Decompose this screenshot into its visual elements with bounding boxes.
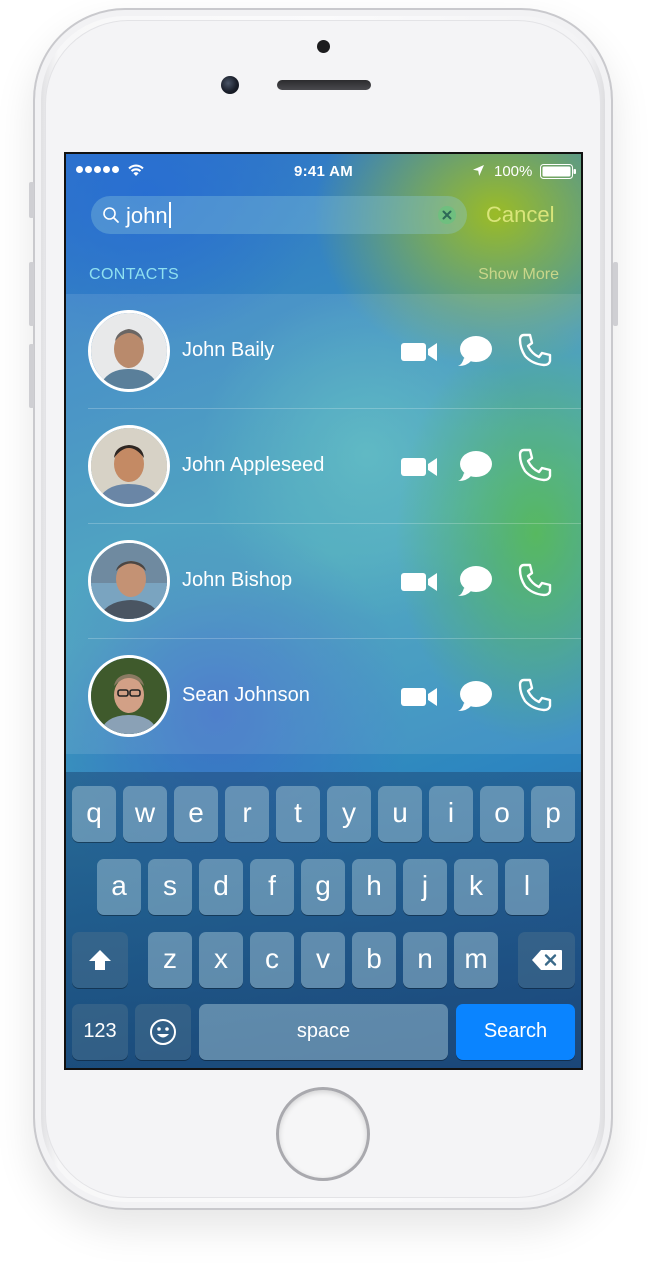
message-icon[interactable] — [458, 679, 494, 713]
clear-icon[interactable] — [437, 205, 457, 225]
phone-call-icon[interactable] — [517, 447, 553, 483]
proximity-sensor — [317, 40, 330, 53]
home-button[interactable] — [276, 1087, 370, 1181]
emoji-icon — [150, 1019, 176, 1045]
key-d[interactable]: d — [199, 859, 243, 915]
key-m[interactable]: m — [454, 932, 498, 988]
contact-name: Sean Johnson — [182, 684, 310, 706]
contact-row[interactable]: John Bishop — [66, 524, 581, 639]
mute-switch — [29, 182, 34, 218]
battery-icon — [540, 164, 576, 179]
video-call-icon[interactable] — [399, 338, 439, 366]
key-a[interactable]: a — [97, 859, 141, 915]
contact-row[interactable]: John Baily — [66, 294, 581, 409]
backspace-key[interactable] — [518, 932, 575, 988]
contact-name: John Baily — [182, 339, 275, 361]
location-icon — [473, 165, 484, 176]
key-b[interactable]: b — [352, 932, 396, 988]
message-icon[interactable] — [458, 564, 494, 598]
key-j[interactable]: j — [403, 859, 447, 915]
space-key[interactable]: space — [199, 1004, 448, 1060]
phone-call-icon[interactable] — [517, 677, 553, 713]
status-bar: 9:41 AM 100% — [66, 154, 581, 188]
search-key[interactable]: Search — [456, 1004, 575, 1060]
key-v[interactable]: v — [301, 932, 345, 988]
emoji-key[interactable] — [135, 1004, 191, 1060]
shift-key[interactable] — [72, 932, 128, 988]
key-n[interactable]: n — [403, 932, 447, 988]
avatar — [88, 310, 170, 392]
avatar — [88, 655, 170, 737]
message-icon[interactable] — [458, 449, 494, 483]
key-g[interactable]: g — [301, 859, 345, 915]
avatar — [88, 425, 170, 507]
earpiece-speaker — [277, 80, 371, 90]
key-f[interactable]: f — [250, 859, 294, 915]
contact-row[interactable]: Sean Johnson — [66, 639, 581, 754]
video-call-icon[interactable] — [399, 453, 439, 481]
section-header-contacts: CONTACTS — [89, 266, 180, 283]
key-k[interactable]: k — [454, 859, 498, 915]
backspace-icon — [531, 950, 562, 970]
key-z[interactable]: z — [148, 932, 192, 988]
key-w[interactable]: w — [123, 786, 167, 842]
phone-call-icon[interactable] — [517, 562, 553, 598]
contact-name: John Appleseed — [182, 454, 325, 476]
search-icon — [103, 207, 119, 223]
search-input[interactable]: john — [126, 202, 171, 229]
shift-icon — [89, 950, 111, 970]
key-s[interactable]: s — [148, 859, 192, 915]
spotlight-search-field[interactable]: john — [91, 196, 467, 234]
text-cursor — [168, 202, 171, 228]
key-h[interactable]: h — [352, 859, 396, 915]
front-camera-icon — [221, 76, 239, 94]
avatar — [88, 540, 170, 622]
volume-down-button — [29, 344, 34, 408]
show-more-button[interactable]: Show More — [478, 266, 559, 284]
numbers-key[interactable]: 123 — [72, 1004, 128, 1060]
phone-call-icon[interactable] — [517, 332, 553, 368]
key-u[interactable]: u — [378, 786, 422, 842]
volume-up-button — [29, 262, 34, 326]
screen: 9:41 AM 100% john Cancel CONTACTS Show M… — [64, 152, 583, 1070]
key-r[interactable]: r — [225, 786, 269, 842]
contacts-list: John Baily John Appleseed John Bishop Se… — [66, 294, 581, 754]
search-query: john — [126, 203, 168, 228]
keyboard: q w e r t y u i o p a s d f g h j k l z … — [66, 772, 581, 1068]
message-icon[interactable] — [458, 334, 494, 368]
key-c[interactable]: c — [250, 932, 294, 988]
key-l[interactable]: l — [505, 859, 549, 915]
battery-percentage: 100% — [494, 163, 533, 180]
contact-row[interactable]: John Appleseed — [66, 409, 581, 524]
key-q[interactable]: q — [72, 786, 116, 842]
key-i[interactable]: i — [429, 786, 473, 842]
contact-name: John Bishop — [182, 569, 293, 591]
cancel-button[interactable]: Cancel — [486, 202, 554, 228]
key-o[interactable]: o — [480, 786, 524, 842]
power-button — [613, 262, 618, 326]
key-t[interactable]: t — [276, 786, 320, 842]
video-call-icon[interactable] — [399, 568, 439, 596]
key-x[interactable]: x — [199, 932, 243, 988]
video-call-icon[interactable] — [399, 683, 439, 711]
key-p[interactable]: p — [531, 786, 575, 842]
key-e[interactable]: e — [174, 786, 218, 842]
key-y[interactable]: y — [327, 786, 371, 842]
